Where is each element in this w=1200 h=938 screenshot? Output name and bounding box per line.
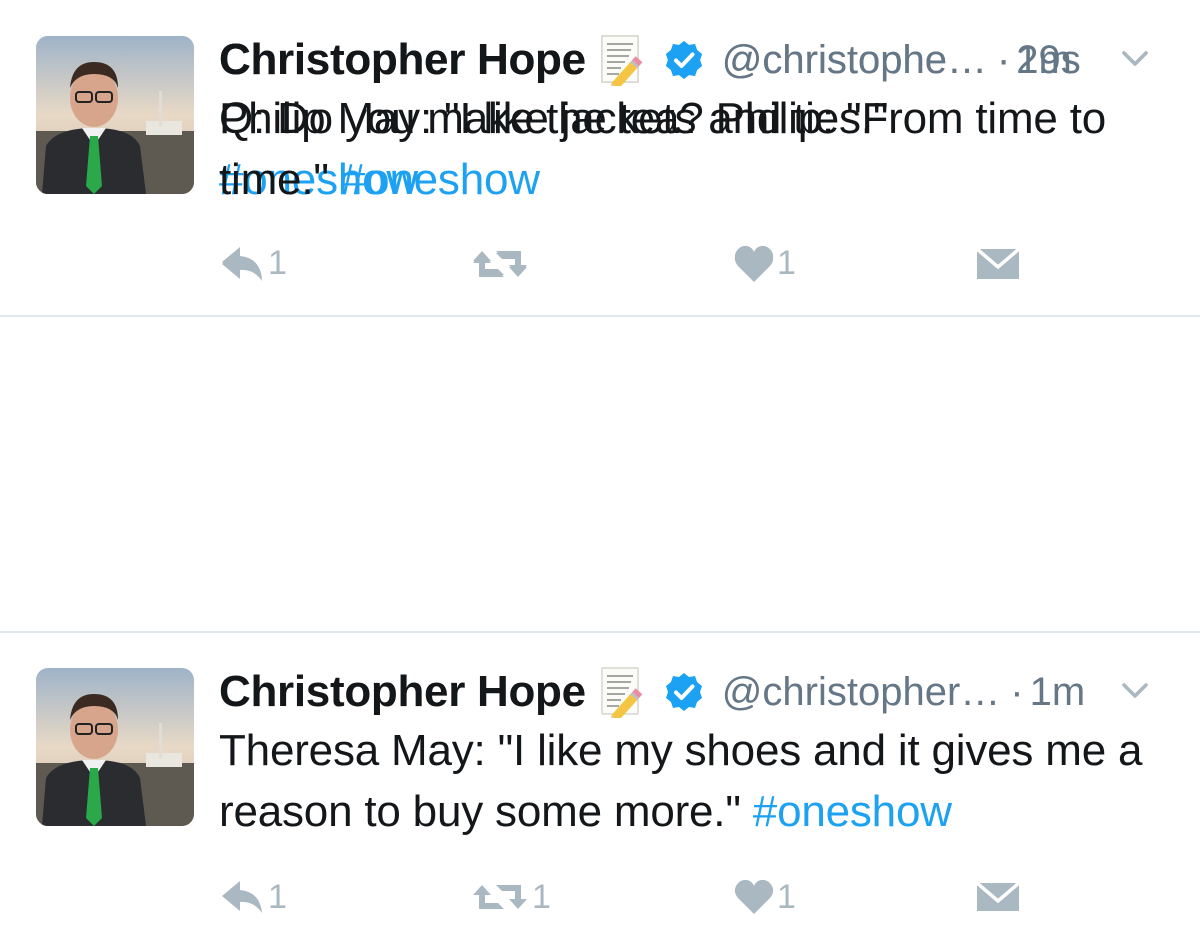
tweet-feed: Christopher Hope @christophe… · 19s Phil… [0, 0, 1200, 938]
handle[interactable]: @christophe… [722, 38, 987, 83]
avatar[interactable] [36, 36, 194, 194]
like-button[interactable]: 1 [733, 872, 796, 922]
display-name[interactable]: Christopher Hope [219, 35, 586, 85]
reply-count: 1 [268, 243, 287, 282]
tweet-text-body: Theresa May: "I like my shoes and it giv… [219, 726, 1143, 836]
retweet-icon [473, 251, 527, 275]
tweet[interactable]: Christopher Hope [0, 632, 1200, 938]
timestamp[interactable]: 2m [1016, 38, 1072, 83]
timestamp[interactable]: 1m [1030, 670, 1086, 715]
reply-icon [222, 881, 262, 913]
tweet[interactable]: Christopher Hope [0, 0, 1200, 316]
separator: · [996, 37, 1011, 82]
like-button[interactable]: 1 [733, 238, 796, 288]
verified-badge-icon [664, 672, 704, 712]
display-name[interactable]: Christopher Hope [219, 667, 586, 717]
chevron-down-icon[interactable] [1121, 50, 1149, 68]
heart-icon [734, 245, 774, 280]
like-count: 1 [777, 877, 796, 916]
envelope-icon [975, 247, 1021, 277]
heart-icon [734, 879, 774, 914]
retweet-icon [473, 885, 527, 909]
retweet-button[interactable]: 1 [470, 872, 551, 922]
like-count: 1 [777, 243, 796, 282]
handle[interactable]: @christopher… [722, 670, 1000, 715]
reply-button[interactable]: 1 [218, 238, 287, 288]
reply-icon [222, 247, 262, 279]
direct-message-button[interactable] [975, 238, 1021, 288]
reply-count: 1 [268, 877, 287, 916]
chevron-down-icon[interactable] [1121, 682, 1149, 700]
verified-badge-icon [664, 40, 704, 80]
reply-button[interactable]: 1 [218, 872, 287, 922]
tweet-text: Theresa May: "I like my shoes and it giv… [219, 720, 1179, 842]
retweet-button[interactable] [470, 238, 530, 288]
tweet-actions: 1 1 [0, 238, 1200, 288]
avatar[interactable] [36, 668, 194, 826]
hashtag-link[interactable]: #oneshow [341, 155, 540, 204]
divider [0, 631, 1200, 633]
separator: · [1010, 669, 1024, 714]
tweet-header: Christopher Hope [219, 664, 1179, 724]
memo-icon [600, 34, 648, 92]
direct-message-button[interactable] [975, 872, 1021, 922]
tweet-header: Christopher Hope [219, 32, 1179, 92]
memo-icon [600, 666, 648, 724]
tweet-text: Q: Do you make the tea? Philip: "From ti… [219, 88, 1179, 210]
hashtag-link[interactable]: #oneshow [753, 787, 952, 836]
retweet-count: 1 [532, 877, 551, 916]
envelope-icon [975, 881, 1021, 911]
tweet-actions: 1 1 1 [0, 872, 1200, 922]
